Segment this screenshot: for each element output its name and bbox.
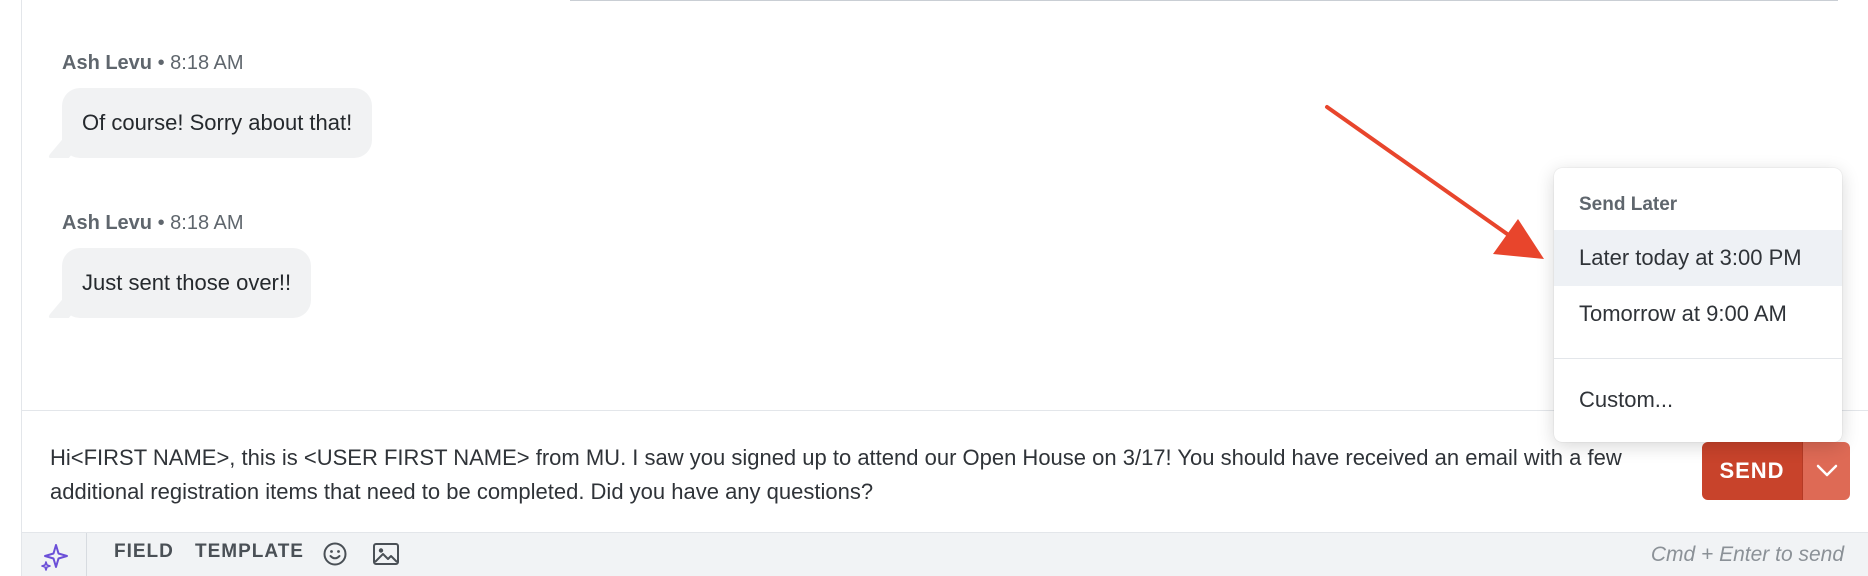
message-bubble: Of course! Sorry about that! [62, 88, 373, 158]
message-meta: Ash Levu • 8:18 AM [62, 52, 244, 75]
send-button-group: SEND [1702, 442, 1850, 500]
meta-separator: • [157, 212, 165, 234]
menu-item-later-today[interactable]: Later today at 3:00 PM [1554, 230, 1842, 286]
smiley-icon[interactable] [322, 541, 348, 572]
send-button[interactable]: SEND [1702, 442, 1802, 500]
menu-item-tomorrow[interactable]: Tomorrow at 9:00 AM [1554, 286, 1842, 342]
divider [570, 0, 1838, 1]
template-button[interactable]: TEMPLATE [195, 541, 304, 563]
toolbar-divider [86, 533, 87, 576]
composer-textarea[interactable]: Hi<FIRST NAME>, this is <USER FIRST NAME… [50, 441, 1670, 509]
image-icon[interactable] [372, 541, 400, 572]
message-author: Ash Levu [62, 212, 153, 234]
menu-item-custom[interactable]: Custom... [1554, 372, 1842, 428]
field-button[interactable]: FIELD [114, 541, 174, 563]
message-meta: Ash Levu • 8:18 AM [62, 212, 244, 235]
menu-header: Send Later [1579, 194, 1678, 215]
sparkle-icon[interactable] [40, 542, 70, 576]
composer-toolbar: FIELD TEMPLATE Cmd + Enter to send [22, 532, 1868, 576]
message-author: Ash Levu [62, 52, 153, 74]
send-later-menu: Send Later Later today at 3:00 PM Tomorr… [1554, 168, 1842, 442]
meta-separator: • [157, 52, 165, 74]
chevron-down-icon [1816, 464, 1837, 477]
message-time: 8:18 AM [170, 212, 244, 234]
message-bubble: Just sent those over!! [62, 248, 312, 318]
message-time: 8:18 AM [170, 52, 244, 74]
send-shortcut-hint: Cmd + Enter to send [1650, 543, 1844, 566]
left-gutter [0, 0, 22, 576]
menu-divider [1554, 358, 1842, 359]
send-later-toggle[interactable] [1802, 442, 1850, 500]
